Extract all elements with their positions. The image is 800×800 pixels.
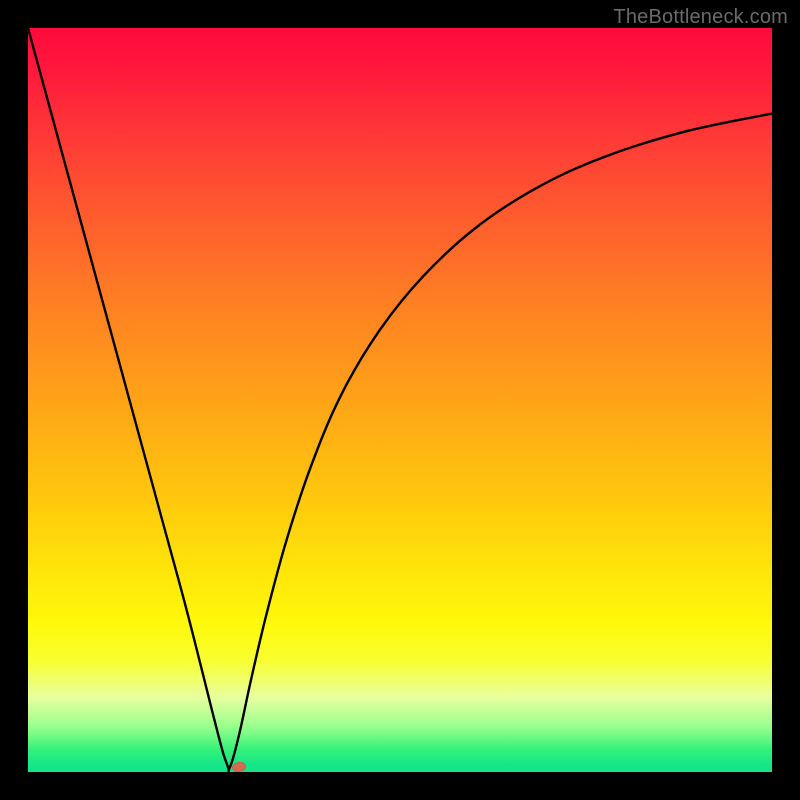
curve-path bbox=[28, 28, 772, 771]
watermark-text: TheBottleneck.com bbox=[613, 6, 788, 29]
bottleneck-curve bbox=[28, 28, 772, 772]
chart-frame: TheBottleneck.com bbox=[0, 0, 800, 800]
plot-area bbox=[28, 28, 772, 772]
